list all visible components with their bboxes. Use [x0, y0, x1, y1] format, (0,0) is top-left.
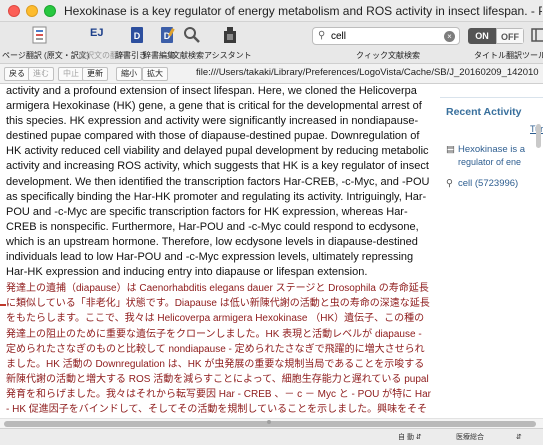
tools-label: ツール: [522, 51, 543, 60]
page-translate-label: ページ翻訳 (原文・訳文): [2, 51, 90, 60]
resize-dot: [267, 420, 271, 424]
address-bar[interactable]: file:///Users/takaki/Library/Preferences…: [196, 67, 543, 78]
panel-divider: [440, 97, 543, 98]
assistant-label: アシスタント: [204, 51, 252, 60]
stop-button[interactable]: 中止: [58, 67, 84, 81]
literature-search-label: 文献検索: [172, 51, 204, 60]
forward-button[interactable]: 進む: [28, 67, 54, 81]
mode-select[interactable]: 自 動 ⇵: [398, 432, 422, 442]
enlarge-button[interactable]: 拡大: [142, 67, 168, 81]
assistant-icon: [224, 27, 236, 43]
toggle-off[interactable]: OFF: [496, 28, 524, 44]
shrink-button[interactable]: 縮小: [116, 67, 142, 81]
svg-text:D: D: [134, 31, 141, 41]
recent-activity-panel: Recent Activity Turr ▤Hexokinase is a re…: [440, 84, 543, 418]
zoom-window-button[interactable]: [44, 5, 56, 17]
recent-item-label: cell (5723996): [458, 178, 519, 189]
status-bar: 自 動 ⇵ 医療総合 ⇵: [0, 420, 543, 445]
quick-search-input[interactable]: [331, 29, 439, 43]
dictionary-select-value: 医療総合: [456, 434, 484, 441]
abstract-english: activity and a profound extension of ins…: [6, 85, 430, 279]
title-bar: Hexokinase is a key regulator of energy …: [0, 0, 543, 22]
dictionary-select[interactable]: 医療総合 ⇵: [456, 432, 522, 442]
abstract-japanese: 発達上の遺捕（diapause）は Caenorhabditis elegans…: [6, 283, 432, 415]
article-text: activity and a profound extension of ins…: [6, 84, 432, 418]
toggle-on[interactable]: ON: [468, 28, 496, 44]
dictionary-icon: D: [131, 27, 143, 43]
recent-item-subtitle: regulator of ene: [458, 157, 522, 167]
recent-item-label: Hexokinase is a: [458, 144, 526, 155]
updown-icon: ⇵: [515, 434, 522, 441]
page-content: activity and a profound extension of ins…: [0, 84, 543, 418]
close-window-button[interactable]: [8, 5, 20, 17]
mode-select-value: 自 動: [398, 434, 414, 441]
document-icon: ▤: [446, 144, 455, 155]
minimize-window-button[interactable]: [26, 5, 38, 17]
horizontal-scrollbar[interactable]: [0, 418, 543, 428]
recent-item-article[interactable]: ▤ Hexokinase is a: [446, 144, 525, 155]
navigation-bar: 戻る 進む 中止 更新 縮小 拡大 file:///Users/takaki/L…: [0, 64, 543, 84]
page-translate-icon: [32, 26, 47, 44]
tools-icon: [531, 28, 543, 42]
search-icon: ⚲: [446, 178, 453, 189]
clear-search-icon[interactable]: ×: [444, 31, 455, 42]
dictionary-edit-icon: D: [161, 27, 175, 43]
search-icon: ⚲: [318, 30, 326, 41]
ej-icon: EJ: [90, 27, 104, 39]
recent-item-search[interactable]: ⚲ cell (5723996): [446, 178, 518, 189]
recent-activity-title: Recent Activity: [446, 106, 522, 118]
updown-icon: ⇵: [415, 434, 422, 441]
title-translate-toggle[interactable]: ON OFF: [468, 28, 524, 44]
dictionary-edit-label: 辞書編集: [143, 51, 175, 60]
quick-search-box[interactable]: ⚲ ×: [312, 27, 460, 45]
panel-scrollbar[interactable]: [536, 124, 541, 148]
magnifier-icon: [184, 27, 200, 43]
back-button[interactable]: 戻る: [4, 67, 30, 81]
quick-search-label: クィック文献検索: [356, 51, 420, 60]
window-title: Hexokinase is a key regulator of energy …: [64, 4, 542, 18]
title-translate-label: タイトル翻訳: [474, 51, 522, 60]
toolbar: ページ翻訳 (原文・訳文) EJ 選択文の翻訳 D 辞書引き D 辞書編集 文献…: [0, 22, 543, 64]
refresh-button[interactable]: 更新: [82, 67, 108, 81]
